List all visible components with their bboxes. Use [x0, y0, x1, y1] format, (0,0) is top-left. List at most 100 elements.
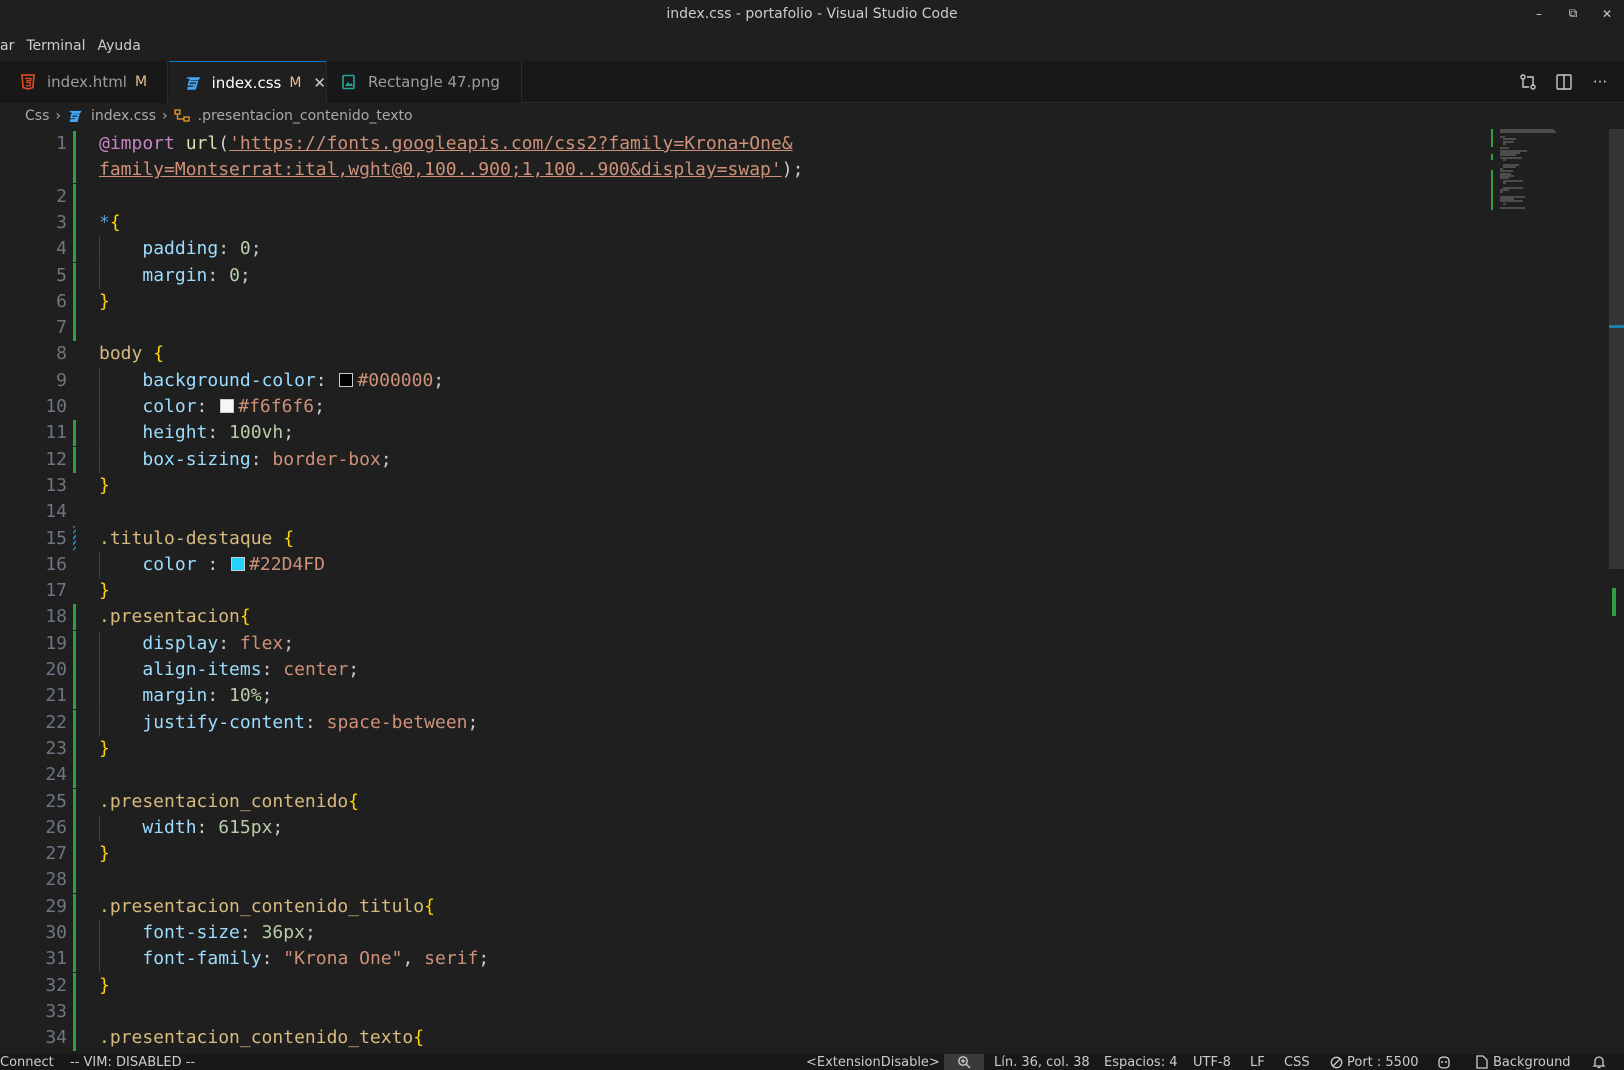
git-added-marker[interactable] [73, 709, 76, 736]
git-added-marker[interactable] [73, 867, 76, 894]
code-line[interactable]: 30 font-size: 36px; [0, 920, 1480, 946]
split-editor-icon[interactable] [1554, 72, 1574, 92]
minimize-button[interactable]: – [1522, 0, 1556, 27]
copilot-icon[interactable] [1436, 1054, 1452, 1070]
code-line[interactable]: 9 background-color: #000000; [0, 367, 1480, 394]
code-line[interactable]: 31 font-family: "Krona One", serif; [0, 946, 1480, 973]
status-eol[interactable]: LF [1250, 1054, 1265, 1070]
menu-item-partial[interactable]: ar [0, 31, 20, 61]
git-added-marker[interactable] [73, 657, 76, 683]
git-added-marker[interactable] [73, 157, 76, 184]
scrollbar-thumb[interactable] [1609, 129, 1624, 569]
code-line[interactable]: 25 .presentacion_contenido{ [0, 788, 1480, 815]
code-line[interactable]: 5 margin: 0; [0, 262, 1480, 289]
git-added-marker[interactable] [73, 972, 76, 999]
git-added-marker[interactable] [73, 288, 76, 315]
code-line[interactable]: 10 color: #f6f6f6; [0, 394, 1480, 420]
menu-item-terminal[interactable]: Terminal [20, 31, 91, 61]
git-added-marker[interactable] [73, 920, 76, 946]
git-added-marker[interactable] [73, 762, 76, 789]
zoom-in-icon[interactable] [944, 1054, 984, 1070]
git-added-marker[interactable] [73, 735, 76, 762]
code-line[interactable]: 24 [0, 762, 1480, 789]
bell-icon[interactable] [1592, 1054, 1606, 1070]
code-line[interactable]: 15 .titulo-destaque { [0, 525, 1480, 552]
git-added-marker[interactable] [73, 183, 76, 210]
code-line[interactable]: 7 [0, 315, 1480, 342]
status-connect[interactable]: Connect [0, 1054, 54, 1070]
git-added-marker[interactable] [73, 683, 76, 710]
code-line[interactable]: 16 color : #22D4FD [0, 551, 1480, 578]
git-added-marker[interactable] [73, 893, 76, 920]
code-line[interactable]: 13} [0, 473, 1480, 499]
git-added-marker[interactable] [73, 998, 76, 1025]
code-editor[interactable]: 1 @import url('https://fonts.googleapis.c… [0, 129, 1624, 1054]
code-line[interactable]: 6} [0, 288, 1480, 315]
code-line[interactable]: 14 [0, 499, 1480, 525]
code-line[interactable]: 20 align-items: center; [0, 657, 1480, 683]
git-added-marker[interactable] [73, 236, 76, 263]
code-line[interactable]: 18 .presentacion{ [0, 604, 1480, 631]
html5-icon [19, 73, 37, 91]
breadcrumb-folder[interactable]: Css [25, 108, 49, 124]
code-line[interactable]: 8 body { [0, 341, 1480, 367]
ellipsis-icon[interactable]: ··· [1590, 72, 1610, 92]
status-encoding[interactable]: UTF-8 [1193, 1054, 1231, 1070]
code-line[interactable]: 4 padding: 0; [0, 236, 1480, 263]
status-language[interactable]: CSS [1284, 1054, 1310, 1070]
git-added-marker[interactable] [73, 841, 76, 868]
status-extension[interactable]: <ExtensionDisable> [806, 1054, 940, 1070]
git-added-marker[interactable] [73, 262, 76, 289]
git-added-marker[interactable] [73, 788, 76, 815]
code-line[interactable]: 11 height: 100vh; [0, 420, 1480, 447]
git-added-marker[interactable] [73, 420, 76, 447]
code-line[interactable]: 26 width: 615px; [0, 814, 1480, 841]
code-line[interactable]: 12 box-sizing: border-box; [0, 446, 1480, 473]
tab-index-html[interactable]: index.html M [0, 61, 168, 103]
git-added-marker[interactable] [73, 209, 76, 236]
code-line[interactable]: 34 .presentacion_contenido_texto{ [0, 1025, 1480, 1052]
code-line[interactable]: 22 justify-content: space-between; [0, 709, 1480, 736]
close-window-button[interactable]: ✕ [1590, 0, 1624, 27]
code-line[interactable]: 3 *{ [0, 209, 1480, 236]
color-swatch[interactable] [339, 372, 354, 387]
git-modified-marker[interactable] [73, 525, 76, 552]
code-line[interactable]: 19 display: flex; [0, 630, 1480, 657]
tab-index-css[interactable]: index.css M ✕ [169, 61, 327, 103]
git-added-marker[interactable] [73, 315, 76, 342]
code-line[interactable]: 2 [0, 183, 1480, 210]
git-added-marker[interactable] [73, 814, 76, 841]
status-port[interactable]: Port : 5500 [1329, 1054, 1419, 1070]
git-added-marker[interactable] [73, 446, 76, 473]
code-line[interactable]: 17} [0, 578, 1480, 604]
close-tab-icon[interactable]: ✕ [313, 74, 326, 92]
code-line[interactable]: 32} [0, 972, 1480, 999]
code-line[interactable]: 28 [0, 867, 1480, 894]
color-swatch[interactable] [231, 556, 246, 571]
editor-actions: ··· [1518, 61, 1610, 103]
git-added-marker[interactable] [73, 946, 76, 973]
status-indentation[interactable]: Espacios: 4 [1104, 1054, 1177, 1070]
status-background[interactable]: Background [1475, 1054, 1571, 1070]
code-line[interactable]: 27} [0, 841, 1480, 868]
menu-item-help[interactable]: Ayuda [92, 31, 147, 61]
breadcrumb-symbol[interactable]: .presentacion_contenido_texto [198, 108, 413, 124]
color-swatch[interactable] [220, 399, 235, 413]
code-line[interactable]: family=Montserrat:ital,wght@0,100..900;1… [0, 157, 1480, 184]
restore-button[interactable]: ⧉ [1556, 0, 1590, 27]
minimap[interactable] [1490, 129, 1610, 329]
status-cursor-position[interactable]: Lín. 36, col. 38 [994, 1054, 1090, 1070]
git-added-marker[interactable] [73, 604, 76, 631]
breadcrumb-file[interactable]: index.css [91, 108, 156, 124]
tab-rectangle-png[interactable]: Rectangle 47.png [328, 61, 522, 103]
git-added-marker[interactable] [73, 1025, 76, 1052]
code-line[interactable]: 23} [0, 735, 1480, 762]
git-compare-icon[interactable] [1518, 72, 1538, 92]
git-added-marker[interactable] [73, 131, 76, 157]
code-line[interactable]: 1 @import url('https://fonts.googleapis.c… [0, 131, 1480, 157]
code-line[interactable]: 29 .presentacion_contenido_titulo{ [0, 893, 1480, 920]
code-line[interactable]: 21 margin: 10%; [0, 683, 1480, 710]
code-line[interactable]: 33 [0, 998, 1480, 1025]
status-vim[interactable]: -- VIM: DISABLED -- [70, 1054, 195, 1070]
git-added-marker[interactable] [73, 630, 76, 657]
